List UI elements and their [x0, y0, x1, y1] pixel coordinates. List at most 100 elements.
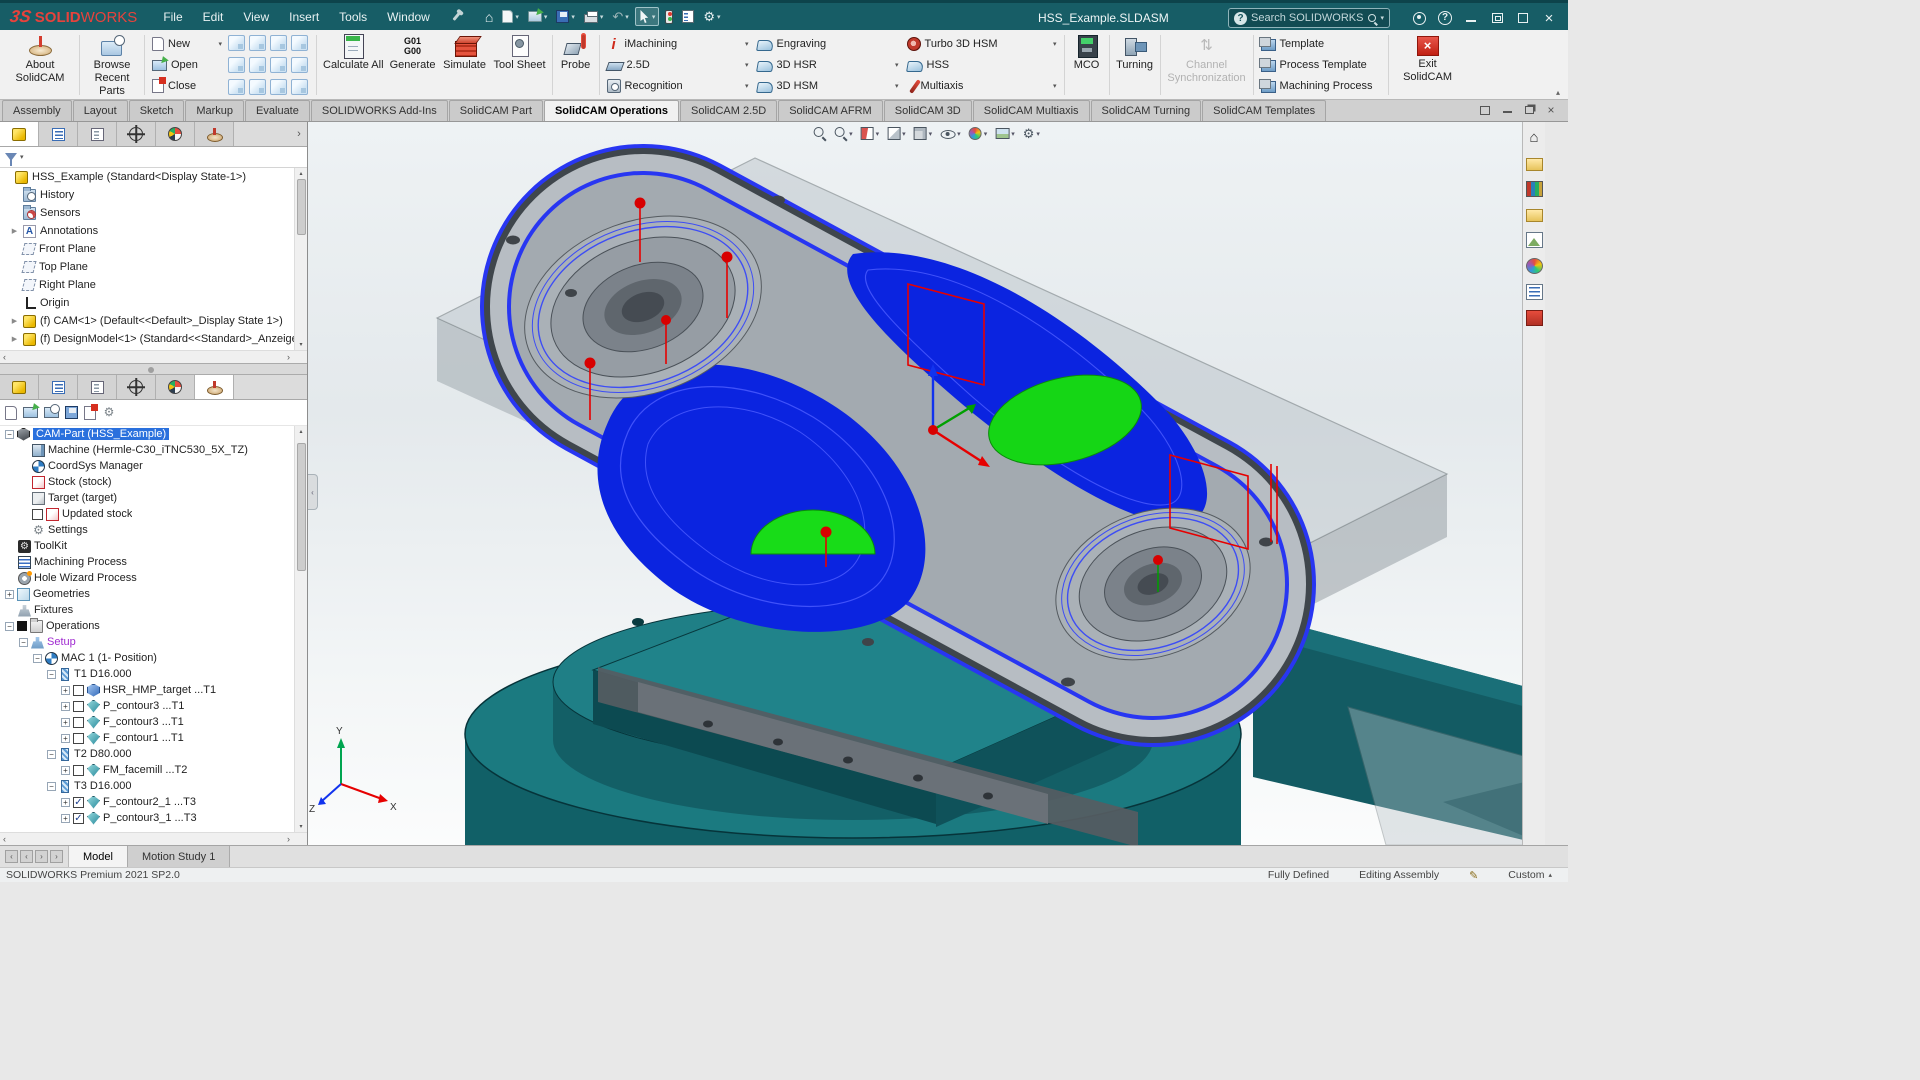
feature-tree-item[interactable]: ▶(f) DesignModel<1> (Standard<<Standard>… [0, 330, 307, 348]
feature-tree-item[interactable]: ▶(f) CAM<1> (Default<<Default>_Display S… [0, 312, 307, 330]
cam-new-icon[interactable] [5, 406, 17, 420]
cam-open-icon[interactable] [23, 407, 38, 418]
operation-checkbox[interactable]: ✓ [73, 813, 84, 824]
command-tab-layout[interactable]: Layout [73, 100, 128, 121]
assembly-tool-icon[interactable] [228, 57, 245, 73]
mco-button[interactable]: MCO [1068, 32, 1106, 98]
cam-tree-item[interactable]: −Setup [0, 634, 307, 650]
custom-properties-icon[interactable] [1526, 284, 1543, 300]
help-search-box[interactable]: ? ▾ [1228, 8, 1390, 28]
menu-window[interactable]: Window [377, 7, 440, 27]
panel-flyout-button[interactable]: › [291, 122, 307, 146]
file-explorer-icon[interactable] [1526, 209, 1543, 222]
hide-show-items-button[interactable]: ▾ [940, 128, 961, 139]
cam-tree-scrollbar[interactable]: ▴ ▾ [294, 426, 307, 832]
maximize-button[interactable] [1510, 5, 1536, 31]
collapse-box-icon[interactable]: − [47, 782, 56, 791]
cam-tree-item[interactable]: −Operations [0, 618, 307, 634]
operation-checkbox[interactable] [73, 701, 84, 712]
tab-displaymanager[interactable] [156, 122, 195, 146]
options-button[interactable]: ⚙▾ [700, 8, 723, 25]
about-solidcam-button[interactable]: About SolidCAM [4, 32, 76, 98]
cam-tree-item[interactable]: +F_contour1 ...T1 [0, 730, 307, 746]
tab-scroll-first[interactable]: ‹ [5, 850, 18, 863]
assembly-tool-icon[interactable] [270, 79, 287, 95]
cam-tree-item[interactable]: −T1 D16.000 [0, 666, 307, 682]
feature-tree-item[interactable]: ▶AAnnotations [0, 222, 307, 240]
process-template-button[interactable]: Process Template [1258, 55, 1384, 75]
design-library-icon[interactable] [1526, 181, 1543, 197]
expand-box-icon[interactable]: + [61, 814, 70, 823]
menu-insert[interactable]: Insert [279, 7, 329, 27]
hss-button[interactable]: HSS [904, 55, 1060, 75]
close-button[interactable]: × [1536, 5, 1562, 31]
cam-tree-item[interactable]: Fixtures [0, 602, 307, 618]
expand-box-icon[interactable]: + [61, 718, 70, 727]
tab-featuremanager[interactable] [0, 122, 39, 146]
assembly-tool-icon[interactable] [291, 57, 308, 73]
edit-appearance-button[interactable]: ▾ [969, 127, 988, 140]
operation-checkbox[interactable] [73, 685, 84, 696]
feature-tree-scrollbar[interactable]: ▴ ▾ [294, 168, 307, 350]
cam-tree-item[interactable]: +Geometries [0, 586, 307, 602]
assembly-tool-icon[interactable] [249, 35, 266, 51]
graphics-viewport[interactable]: Y X Z ▾ ▾ ▾ ▾ ▾ ▾ ▾ ⚙▾ ‹ ⌂ [308, 122, 1545, 845]
cam-tree-item[interactable]: +F_contour3 ...T1 [0, 714, 307, 730]
imachining-button[interactable]: iiMachining▾ [604, 34, 752, 54]
command-tab-sketch[interactable]: Sketch [129, 100, 185, 121]
filter-icon[interactable] [5, 153, 17, 161]
feature-tree-item[interactable]: Front Plane [0, 240, 307, 258]
operation-checkbox[interactable] [32, 509, 43, 520]
new-document-button[interactable]: ▾ [499, 8, 522, 25]
fullscreen-button[interactable] [1484, 5, 1510, 31]
tab-configurationmanager[interactable] [78, 122, 117, 146]
tab2-configurationmanager[interactable] [78, 375, 117, 399]
feature-tree-item[interactable]: HSS_Example (Standard<Display State-1>) [0, 168, 307, 186]
command-tab-solidcam-turning[interactable]: SolidCAM Turning [1091, 100, 1202, 121]
panel-collapse-tab[interactable]: ‹ [308, 474, 318, 510]
cam-tree-item[interactable]: +P_contour3 ...T1 [0, 698, 307, 714]
appearances-scenes-icon[interactable] [1526, 258, 1543, 274]
exit-solidcam-button[interactable]: ×Exit SolidCAM [1392, 32, 1464, 98]
assembly-tool-icon[interactable] [291, 79, 308, 95]
feature-tree-item[interactable]: Sensors [0, 204, 307, 222]
cam-tree-item[interactable]: −CAM-Part (HSS_Example) [0, 426, 307, 442]
command-tab-solidcam-2-5d[interactable]: SolidCAM 2.5D [680, 100, 777, 121]
select-tool-button[interactable]: ▾ [635, 7, 660, 26]
expand-box-icon[interactable]: + [61, 734, 70, 743]
calculate-all-button[interactable]: Calculate All [320, 32, 387, 98]
expander-icon[interactable]: ▶ [10, 227, 19, 235]
cam-save-icon[interactable] [65, 406, 78, 419]
tab2-propertymanager[interactable] [39, 375, 78, 399]
cam-tree-item[interactable]: Updated stock [0, 506, 307, 522]
operation-checkbox[interactable] [73, 733, 84, 744]
help-button[interactable]: ? [1432, 5, 1458, 31]
cam-recent-icon[interactable] [44, 407, 59, 418]
cam-tree-item[interactable]: Machine (Hermle-C30_iTNC530_5X_TZ) [0, 442, 307, 458]
tab-propertymanager[interactable] [39, 122, 78, 146]
feature-tree-item[interactable]: Right Plane [0, 276, 307, 294]
command-tab-solidcam-templates[interactable]: SolidCAM Templates [1202, 100, 1326, 121]
cam-tree-item[interactable]: +FM_facemill ...T2 [0, 762, 307, 778]
operation-checkbox[interactable] [73, 717, 84, 728]
cam-tree-item[interactable]: +✓P_contour3_1 ...T3 [0, 810, 307, 826]
turbo-3d-hsm-button[interactable]: Turbo 3D HSM▾ [904, 34, 1060, 54]
command-tab-assembly[interactable]: Assembly [2, 100, 72, 121]
menu-file[interactable]: File [153, 7, 192, 27]
bottom-tab-model[interactable]: Model [69, 846, 128, 867]
assembly-tool-icon[interactable] [228, 35, 245, 51]
collapse-box-icon[interactable]: − [47, 670, 56, 679]
menu-tools[interactable]: Tools [329, 7, 377, 27]
turning-button[interactable]: Turning [1113, 32, 1157, 98]
doc-restore-button[interactable] [1522, 103, 1536, 117]
cam-tree-item[interactable]: Machining Process [0, 554, 307, 570]
cam-tree-item[interactable]: −MAC 1 (1- Position) [0, 650, 307, 666]
cam-tree-item[interactable]: +HSR_HMP_target ...T1 [0, 682, 307, 698]
assembly-tool-icon[interactable] [270, 57, 287, 73]
apply-scene-button[interactable]: ▾ [995, 128, 1015, 139]
cam-tree-item[interactable]: −T2 D80.000 [0, 746, 307, 762]
cam-tree-item[interactable]: CoordSys Manager [0, 458, 307, 474]
open-button[interactable]: ▾ [525, 9, 551, 24]
command-tab-solidcam-3d[interactable]: SolidCAM 3D [884, 100, 972, 121]
25d-milling-button[interactable]: 2.5D▾ [604, 55, 752, 75]
